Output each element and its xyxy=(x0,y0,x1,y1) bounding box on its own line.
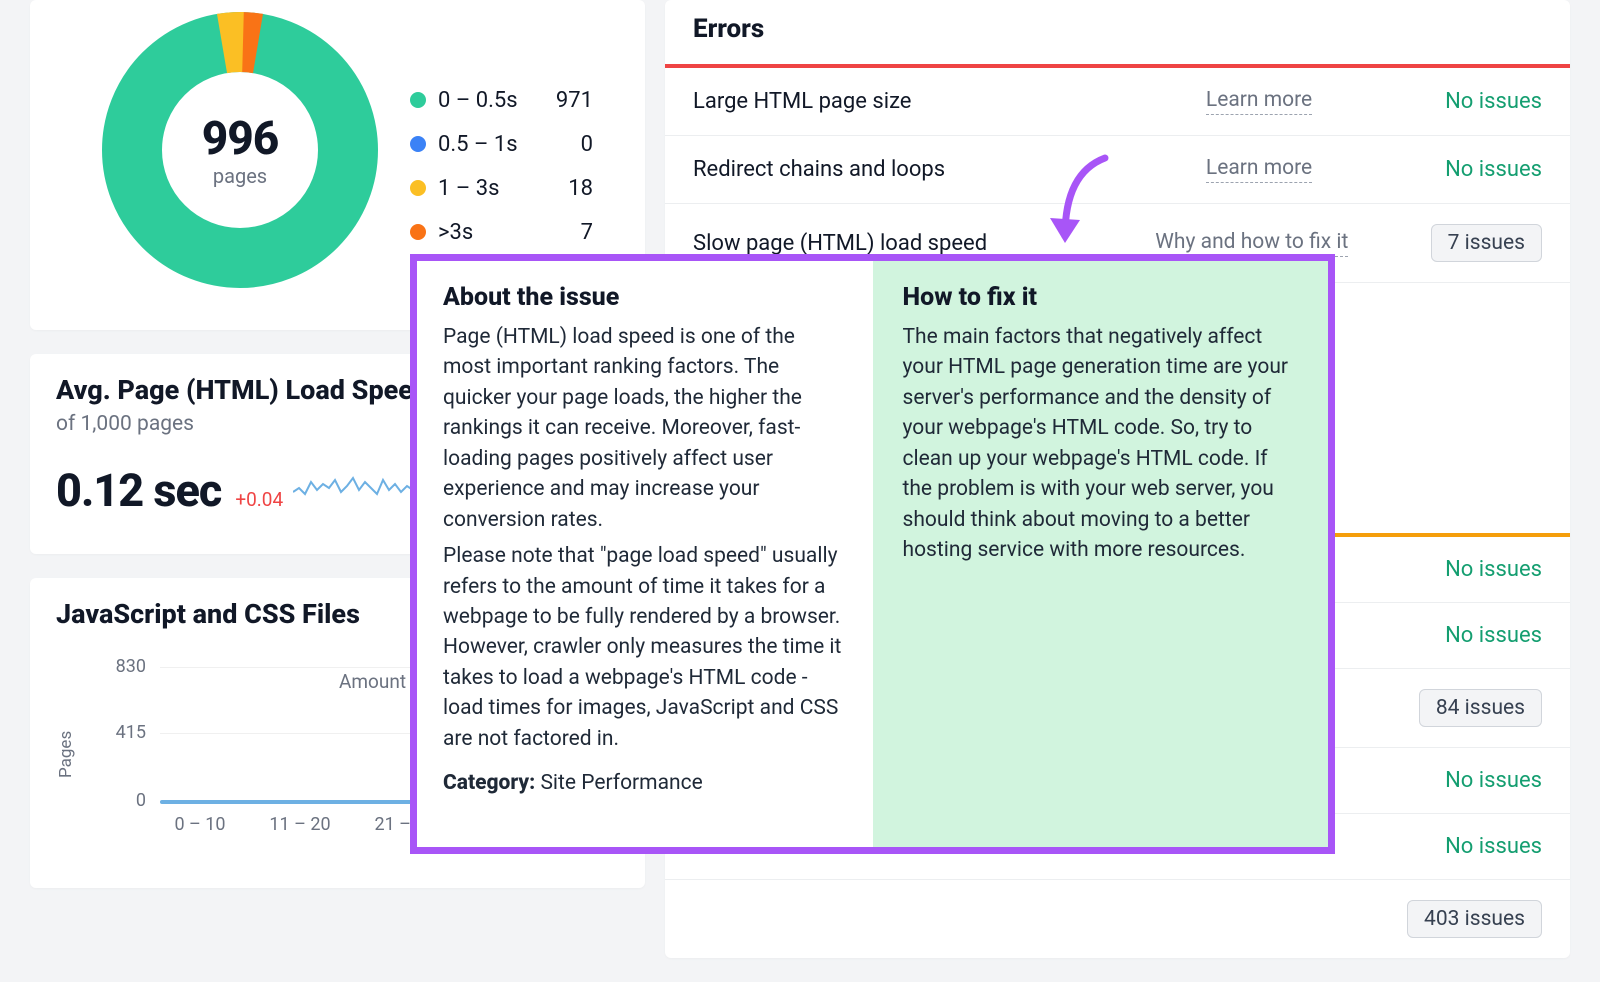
how-to-fix-panel: How to fix it The main factors that nega… xyxy=(873,261,1329,847)
legend-value: 971 xyxy=(543,88,593,113)
donut-center: 996 pages xyxy=(90,0,390,300)
about-issue-body: Page (HTML) load speed is one of the mos… xyxy=(443,322,847,535)
legend-row: >3s 7 xyxy=(410,210,593,254)
legend-value: 0 xyxy=(543,132,593,157)
legend-row: 1 – 3s 18 xyxy=(410,166,593,210)
issue-row: 403 issues xyxy=(665,880,1570,958)
issue-row: Large HTML page size Learn more No issue… xyxy=(665,68,1570,136)
issue-row: Redirect chains and loops Learn more No … xyxy=(665,136,1570,204)
issue-name: Redirect chains and loops xyxy=(693,157,1073,182)
avg-speed-value: 0.12 sec xyxy=(56,464,221,517)
learn-more-link[interactable]: Learn more xyxy=(1206,88,1312,115)
legend-row: 0.5 – 1s 0 xyxy=(410,122,593,166)
legend-value: 7 xyxy=(543,220,593,245)
avg-speed-delta: +0.04 xyxy=(235,488,283,511)
issue-count-button[interactable]: 7 issues xyxy=(1431,224,1542,262)
legend-range: 1 – 3s xyxy=(438,176,543,201)
issue-details-popover: About the issue Page (HTML) load speed i… xyxy=(410,254,1335,854)
about-issue-body: Please note that "page load speed" usual… xyxy=(443,541,847,754)
legend-range: >3s xyxy=(438,220,543,245)
no-issues-label: No issues xyxy=(1445,157,1542,182)
ytick: 830 xyxy=(100,656,146,677)
issue-name: Slow page (HTML) load speed xyxy=(693,231,1073,256)
ytick: 415 xyxy=(100,722,146,743)
about-issue-panel: About the issue Page (HTML) load speed i… xyxy=(417,261,873,847)
sparkline-icon xyxy=(293,470,423,506)
category-value: Site Performance xyxy=(540,771,702,795)
legend-swatch xyxy=(410,136,426,152)
section-title-errors: Errors xyxy=(665,0,1570,64)
legend-range: 0.5 – 1s xyxy=(438,132,543,157)
issue-count-button[interactable]: 84 issues xyxy=(1419,689,1542,727)
legend-value: 18 xyxy=(543,176,593,201)
ytick: 0 xyxy=(100,790,146,811)
legend-range: 0 – 0.5s xyxy=(438,88,543,113)
no-issues-label: No issues xyxy=(1445,557,1542,582)
legend-swatch xyxy=(410,180,426,196)
legend-swatch xyxy=(410,224,426,240)
xtick: 0 – 10 xyxy=(150,814,250,835)
why-how-fix-link[interactable]: Why and how to fix it xyxy=(1155,230,1348,257)
xtick: 11 – 20 xyxy=(250,814,350,835)
no-issues-label: No issues xyxy=(1445,623,1542,648)
issue-name: Large HTML page size xyxy=(693,89,1073,114)
how-to-fix-body: The main factors that negatively affect … xyxy=(903,322,1303,566)
no-issues-label: No issues xyxy=(1445,834,1542,859)
chart-ylabel: Pages xyxy=(56,731,76,778)
learn-more-link[interactable]: Learn more xyxy=(1206,156,1312,183)
donut-legend: 0 – 0.5s 971 0.5 – 1s 0 1 – 3s 18 >3s 7 xyxy=(410,78,593,254)
no-issues-label: No issues xyxy=(1445,768,1542,793)
legend-row: 0 – 0.5s 971 xyxy=(410,78,593,122)
category-line: Category: Site Performance xyxy=(443,768,847,798)
pages-count: 996 xyxy=(202,112,279,166)
category-label: Category: xyxy=(443,771,535,795)
pages-count-label: pages xyxy=(213,164,267,188)
no-issues-label: No issues xyxy=(1445,89,1542,114)
issue-count-button[interactable]: 403 issues xyxy=(1407,900,1542,938)
how-to-fix-title: How to fix it xyxy=(903,283,1303,312)
about-issue-title: About the issue xyxy=(443,283,847,312)
legend-swatch xyxy=(410,92,426,108)
